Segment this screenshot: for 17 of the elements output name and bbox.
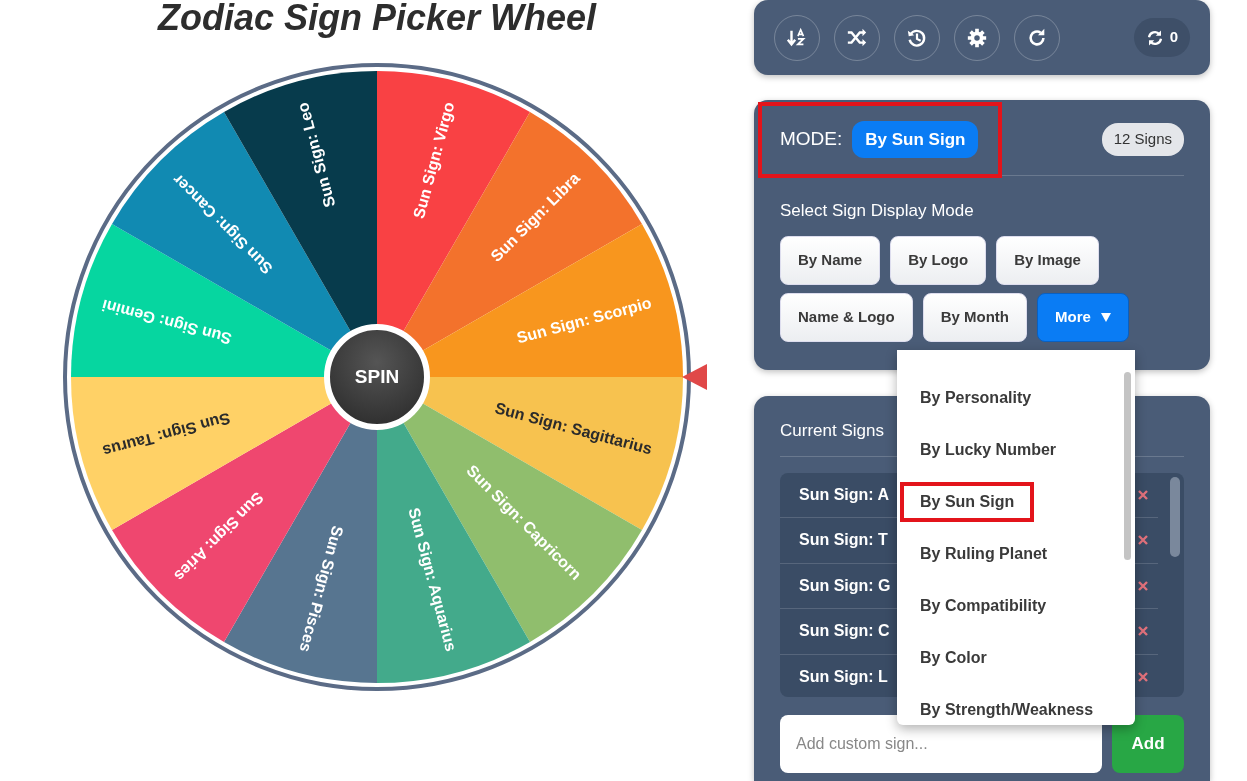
mode-badge: By Sun Sign xyxy=(852,120,979,159)
sign-name: Sun Sign: C xyxy=(799,621,890,642)
sign-name: Sun Sign: T xyxy=(799,530,888,551)
sign-name: Sun Sign: A xyxy=(799,484,890,505)
count-badge: 12 Signs xyxy=(1101,123,1184,156)
wheel-label: Sun Sign: Virgo xyxy=(410,100,458,221)
wheel-label: Sun Sign: Pisces xyxy=(296,524,347,654)
wheel-label: Sun Sign: Taurus xyxy=(100,409,232,460)
wheel-label: Sun Sign: Gemini xyxy=(100,296,234,348)
wheel-label: Sun Sign: Scorpio xyxy=(514,294,654,347)
sign-name: Sun Sign: L xyxy=(799,666,888,687)
wheel-label: Sun Sign: Leo xyxy=(294,100,339,210)
sign-name: Sun Sign: G xyxy=(799,575,891,596)
mode-label: MODE: xyxy=(780,127,843,152)
page-title: Zodiac Sign Picker Wheel xyxy=(156,0,598,36)
section-title: Select Sign Display Mode xyxy=(780,200,975,222)
wheel-label: Sun Sign: Aquarius xyxy=(405,505,460,654)
